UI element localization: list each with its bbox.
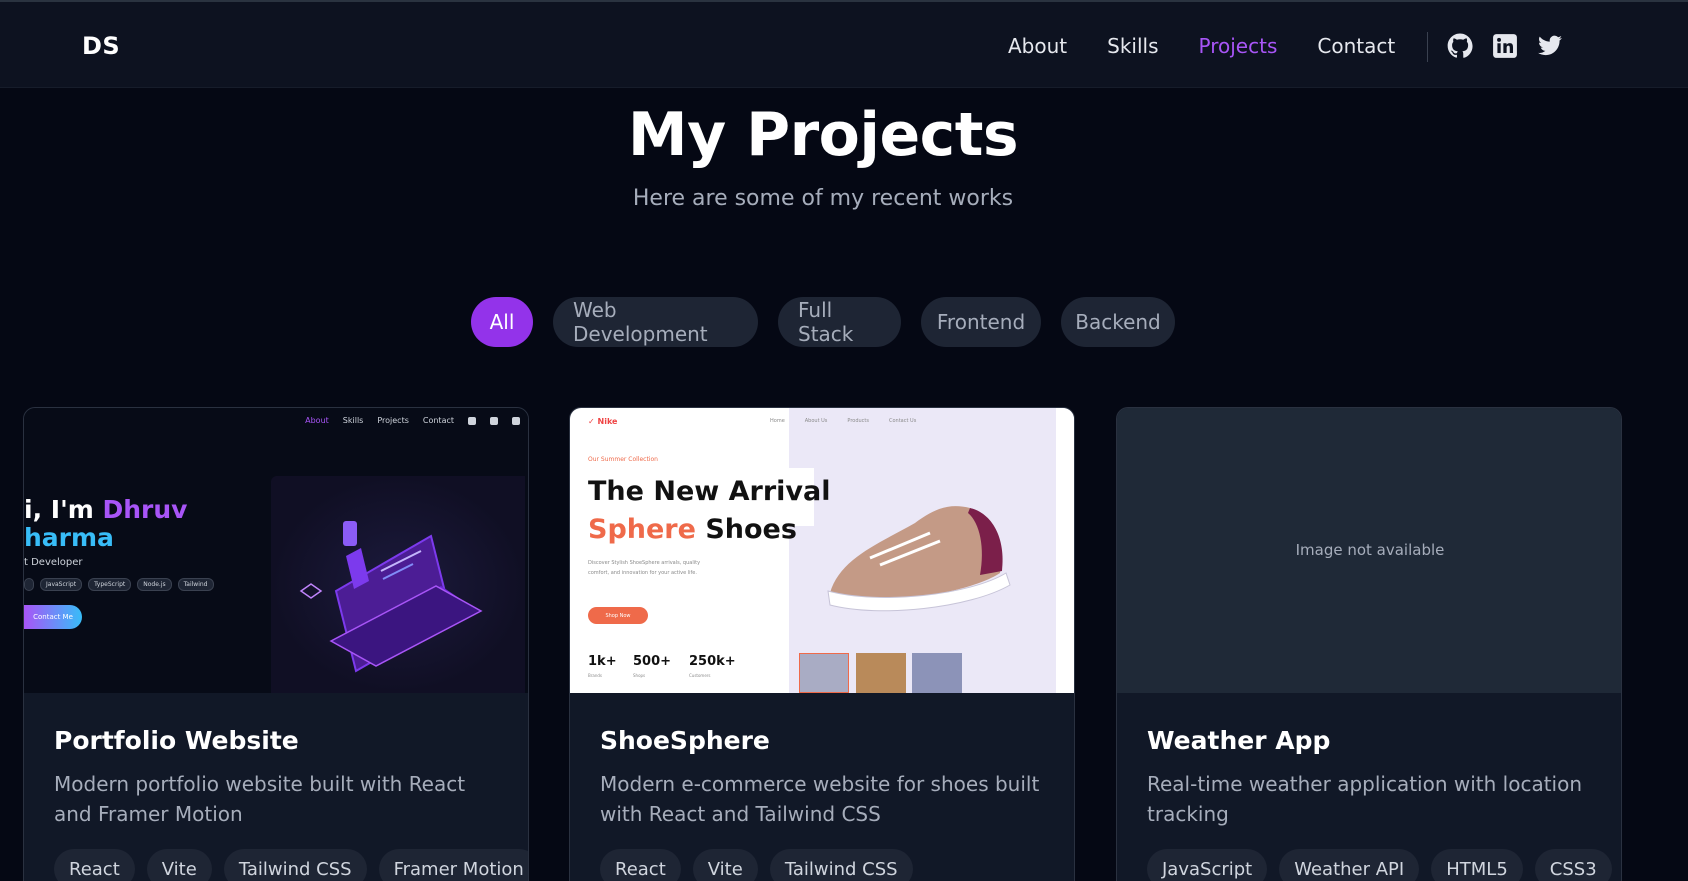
- project-filters: All Web Development Full Stack Frontend …: [471, 297, 1175, 347]
- thumbnail-logo: ✓ Nike: [588, 417, 618, 426]
- thumbnail-stat-label: Customers: [689, 673, 711, 678]
- project-card-weather[interactable]: Image not available Weather App Real-tim…: [1116, 407, 1622, 881]
- twitter-icon[interactable]: [1537, 33, 1563, 59]
- project-description: Modern e-commerce website for shoes buil…: [600, 772, 1040, 826]
- project-description: Real-time weather application with locat…: [1147, 772, 1583, 826]
- project-title: Portfolio Website: [54, 726, 299, 755]
- project-tags: React Vite Tailwind CSS Framer Motion: [54, 849, 528, 881]
- tag: Tailwind CSS: [223, 849, 367, 881]
- nav-link-contact[interactable]: Contact: [1317, 34, 1395, 58]
- project-description: Modern portfolio website built with Reac…: [54, 772, 466, 826]
- tag: Tailwind CSS: [769, 849, 913, 881]
- project-title: Weather App: [1147, 726, 1331, 755]
- thumbnail-nav: About Skills Projects Contact: [305, 416, 520, 425]
- thumbnail-paragraph: Discover Stylish ShoeSphere arrivals, qu…: [588, 560, 701, 576]
- project-thumbnail: Image not available: [1117, 408, 1621, 693]
- tag: HTML5: [1431, 849, 1523, 881]
- tag: React: [54, 849, 135, 881]
- shoe-illustration: [827, 506, 1011, 612]
- card-body: Portfolio Website Modern portfolio websi…: [24, 693, 528, 881]
- nav-link-about[interactable]: About: [1008, 34, 1067, 58]
- page-subtitle: Here are some of my recent works: [632, 186, 1014, 211]
- filter-full-stack[interactable]: Full Stack: [778, 297, 901, 347]
- tag: Weather API: [1279, 849, 1420, 881]
- thumbnail-stat-label: Brands: [588, 673, 602, 678]
- thumbnail-stat: 1k+: [588, 654, 617, 669]
- nav-link-projects[interactable]: Projects: [1199, 34, 1278, 58]
- thumbnail-greeting: i, I'm Dhruv harma: [24, 495, 188, 552]
- thumbnail-stat: 500+: [633, 654, 672, 669]
- filter-frontend[interactable]: Frontend: [921, 297, 1041, 347]
- tag: Framer Motion: [378, 849, 528, 881]
- shoe-variant-thumb: [912, 653, 962, 693]
- image-placeholder-text: Image not available: [1295, 541, 1445, 559]
- linkedin-icon[interactable]: [1492, 33, 1518, 59]
- thumbnail-stat: 250k+: [689, 654, 736, 669]
- project-thumbnail: ✓ Nike Home About Us Products Contact Us…: [570, 408, 1074, 693]
- thumbnail-pills: JavaScript TypeScript Node.js Tailwind: [24, 578, 214, 591]
- github-icon[interactable]: [1447, 33, 1473, 59]
- filter-backend[interactable]: Backend: [1061, 297, 1175, 347]
- thumbnail-role: t Developer: [24, 557, 83, 568]
- project-tags: React Vite Tailwind CSS: [600, 849, 1046, 881]
- project-tags: JavaScript Weather API HTML5 CSS3: [1147, 849, 1612, 881]
- nav-links: About Skills Projects Contact: [1008, 34, 1395, 58]
- top-navbar: DS About Skills Projects Contact: [0, 0, 1688, 88]
- project-card-portfolio[interactable]: About Skills Projects Contact i, I'm Dhr…: [23, 407, 529, 881]
- project-title: ShoeSphere: [600, 726, 770, 755]
- thumbnail-nav: Home About Us Products Contact Us: [770, 418, 917, 424]
- thumbnail-shop-button: Shop Now: [588, 607, 648, 624]
- project-thumbnail: About Skills Projects Contact i, I'm Dhr…: [24, 408, 528, 693]
- tag: JavaScript: [1147, 849, 1268, 881]
- nav-link-skills[interactable]: Skills: [1107, 34, 1158, 58]
- card-body: ShoeSphere Modern e-commerce website for…: [570, 693, 1074, 881]
- tag: CSS3: [1534, 849, 1612, 881]
- nav-divider: [1427, 32, 1428, 62]
- filter-web-development[interactable]: Web Development: [553, 297, 758, 347]
- card-body: Weather App Real-time weather applicatio…: [1117, 693, 1621, 881]
- shoe-variant-thumb: [799, 653, 849, 693]
- project-card-shoesphere[interactable]: ✓ Nike Home About Us Products Contact Us…: [569, 407, 1075, 881]
- thumbnail-stat-label: Shops: [633, 673, 646, 678]
- shoe-variant-thumb: [856, 653, 906, 693]
- tag: React: [600, 849, 681, 881]
- thumbnail-heading-2: Sphere Shoes: [588, 514, 797, 545]
- thumbnail-kicker: Our Summer Collection: [588, 456, 658, 463]
- tag: Vite: [146, 849, 212, 881]
- laptop-illustration: [271, 476, 525, 693]
- page-title: My Projects: [627, 100, 1019, 170]
- site-logo[interactable]: DS: [82, 32, 120, 60]
- filter-all[interactable]: All: [471, 297, 533, 347]
- thumbnail-heading: The New Arrival: [588, 476, 831, 507]
- thumbnail-contact-button: Contact Me: [24, 605, 82, 629]
- tag: Vite: [692, 849, 758, 881]
